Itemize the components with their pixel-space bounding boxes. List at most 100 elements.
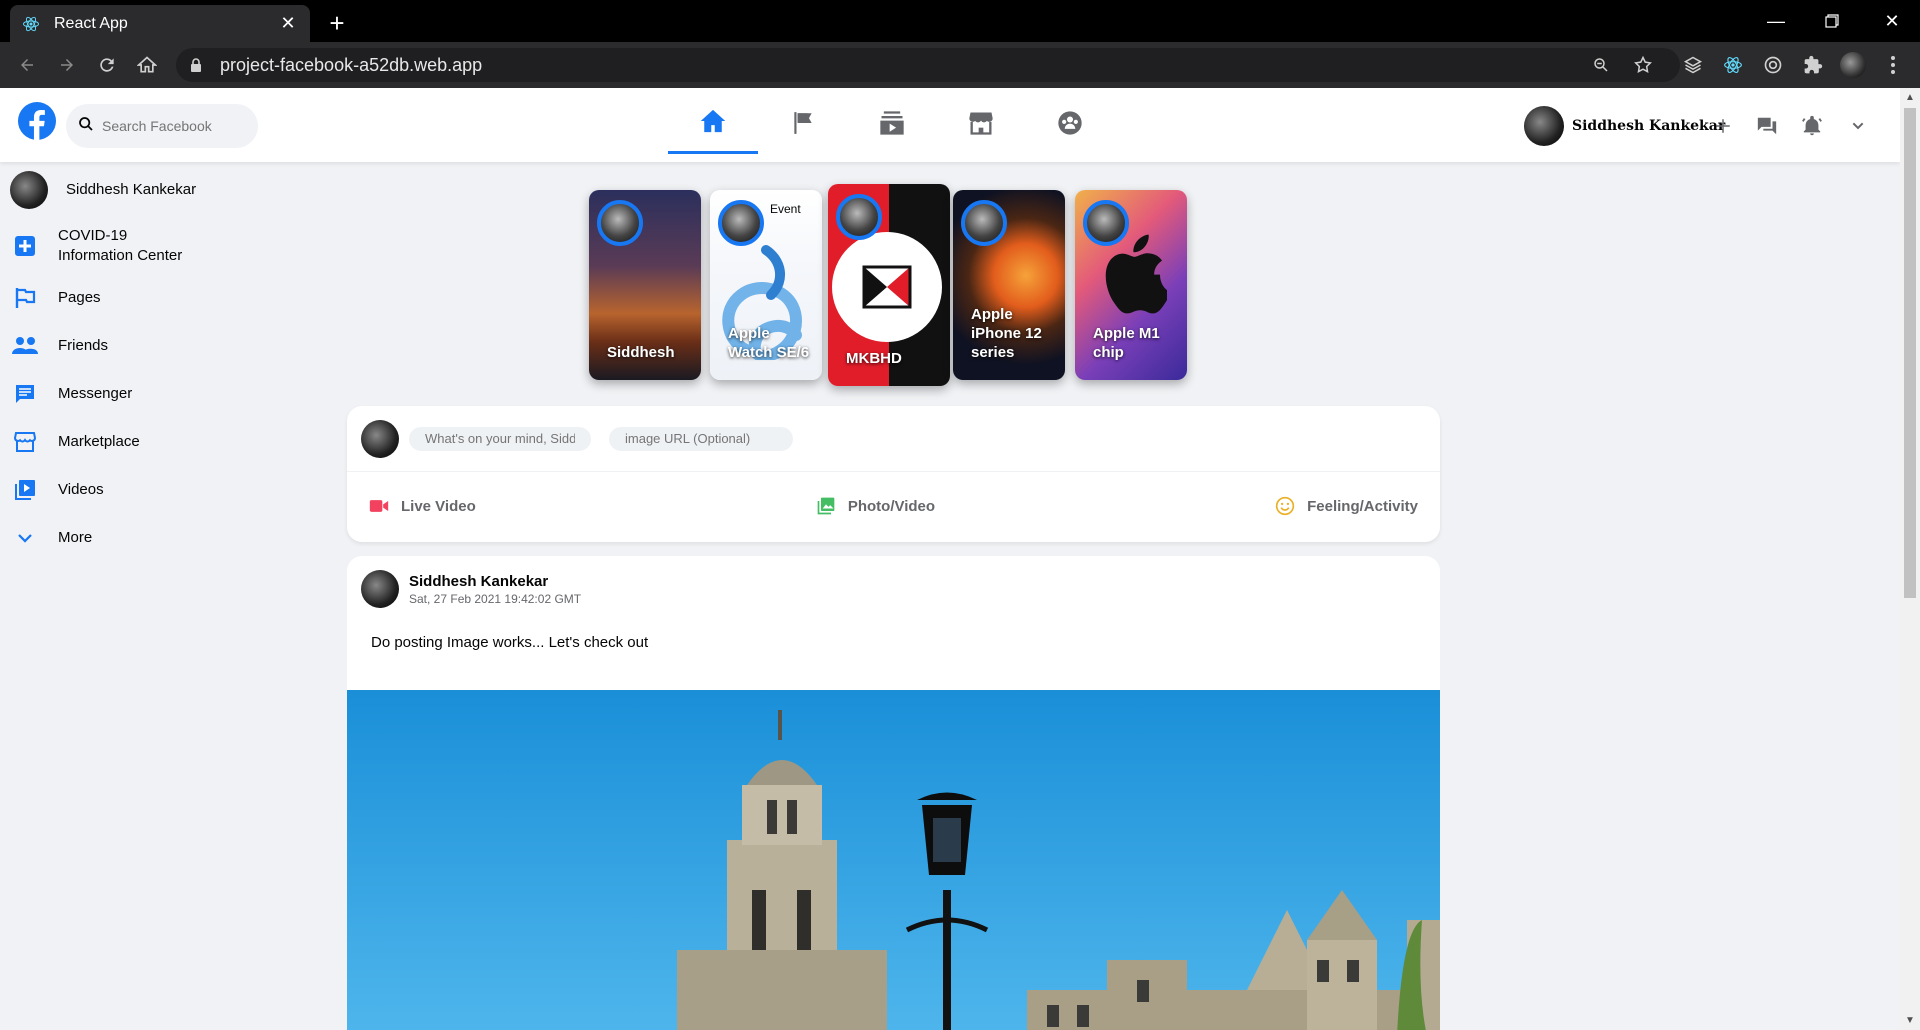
search-input[interactable] [102,118,242,134]
nav-marketplace[interactable] [936,96,1026,154]
zoom-icon[interactable] [1586,50,1616,80]
story-title: MKBHD [846,350,902,367]
sidebar-item-pages[interactable]: Pages [0,274,330,322]
add-icon[interactable] [1711,114,1735,138]
search-icon [78,116,94,137]
image-url-input[interactable] [609,426,793,451]
sidebar-item-covid[interactable]: COVID-19 Information Center [0,218,330,274]
sidebar-item-messenger[interactable]: Messenger [0,370,330,418]
profile-avatar[interactable] [1838,50,1868,80]
store-icon [10,427,40,457]
sidebar-item-profile[interactable]: Siddhesh Kankekar [0,162,330,218]
scrollbar-thumb[interactable] [1904,108,1916,598]
close-tab-icon[interactable]: ✕ [278,13,298,34]
story-title: Apple M1 chip [1093,325,1160,361]
sidebar-item-label: More [58,529,93,546]
facebook-logo-icon[interactable] [18,102,56,140]
search-bar[interactable] [66,104,258,148]
sidebar-item-label: Friends [58,337,109,354]
plus-square-icon [10,231,40,261]
story-card[interactable]: MKBHD [828,184,950,386]
post-composer: Live Video Photo/Video Feeling/Activity [347,406,1440,542]
sidebar-item-marketplace[interactable]: Marketplace [0,418,330,466]
layers-extension-icon[interactable] [1678,50,1708,80]
nav-home[interactable] [668,96,758,154]
live-video-button[interactable]: Live Video [369,498,476,515]
post-message: Do posting Image works... Let's check ou… [371,634,649,651]
sidebar-item-more[interactable]: More [0,514,330,562]
sidebar-item-label: COVID-19 Information Center [58,227,183,264]
sidebar-item-videos[interactable]: Videos [0,466,330,514]
story-title: Siddhesh [607,344,675,361]
address-bar[interactable]: project-facebook-a52db.web.app [176,48,1680,82]
option-label: Feeling/Activity [1307,497,1418,515]
story-card[interactable]: Apple M1 chip [1075,190,1187,380]
groups-icon [1056,109,1084,142]
sidebar-item-label: Messenger [58,385,133,402]
back-icon[interactable] [12,50,42,80]
browser-menu-icon[interactable] [1878,50,1908,80]
story-avatar [597,200,643,246]
flag-icon [790,110,816,141]
react-icon [22,15,40,33]
forward-icon[interactable] [52,50,82,80]
story-avatar [961,200,1007,246]
post-timestamp: Sat, 27 Feb 2021 19:42:02 GMT [409,591,582,606]
facebook-header: Siddhesh Kankekar [0,88,1900,162]
web-page: Siddhesh Kankekar Siddhesh Kankekar COVI… [0,88,1900,1030]
story-card[interactable]: Apple iPhone 12 series [953,190,1065,380]
post-text-input[interactable] [409,426,591,451]
sidebar-item-label: Videos [58,481,104,498]
lock-icon [190,57,206,73]
notifications-active-icon[interactable] [1800,114,1824,138]
minimize-button[interactable]: — [1748,0,1804,42]
videocam-icon [369,498,389,514]
storefront-icon [967,109,995,142]
nav-groups[interactable] [1025,96,1115,154]
header-user[interactable]: Siddhesh Kankekar [1524,106,1725,146]
photo-video-button[interactable]: Photo/Video [816,496,935,516]
browser-tab[interactable]: React App ✕ [10,5,310,42]
photo-library-icon [816,496,836,516]
subscriptions-icon [878,109,906,142]
messenger-forum-icon[interactable] [1755,114,1779,138]
chat-icon [10,379,40,409]
post-image[interactable] [347,690,1440,1030]
page-scrollbar[interactable]: ▲ ▼ [1900,88,1920,1030]
nav-pages[interactable] [758,96,848,154]
avatar [361,419,399,458]
avatar[interactable] [361,570,399,608]
browser-toolbar: project-facebook-a52db.web.app [0,42,1920,88]
people-icon [10,331,40,361]
post-author[interactable]: Siddhesh Kankekar [409,573,581,590]
video-library-icon [10,475,40,505]
option-label: Photo/Video [847,497,936,515]
nav-watch[interactable] [847,96,937,154]
bookmark-star-icon[interactable] [1628,50,1658,80]
new-tab-button[interactable]: + [322,8,352,38]
story-card[interactable]: Event Apple Watch SE/6 [710,190,822,380]
scroll-up-icon[interactable]: ▲ [1905,92,1915,103]
sidebar-item-friends[interactable]: Friends [0,322,330,370]
mkbhd-logo-icon [832,232,942,342]
sidebar-item-label: Pages [58,289,101,306]
target-extension-icon[interactable] [1758,50,1788,80]
restore-button[interactable] [1804,0,1860,42]
expand-more-icon[interactable] [1846,114,1870,138]
left-sidebar: Siddhesh Kankekar COVID-19 Information C… [0,162,330,562]
option-label: Live Video [401,497,476,515]
browser-tab-bar: React App ✕ + — ✕ [0,0,1920,42]
feeling-activity-button[interactable]: Feeling/Activity [1275,496,1418,516]
story-badge: Event [770,202,801,216]
url-text: project-facebook-a52db.web.app [220,54,483,75]
flag-icon [10,283,40,313]
story-card[interactable]: Siddhesh [589,190,701,380]
puzzle-extensions-icon[interactable] [1798,50,1828,80]
scroll-down-icon[interactable]: ▼ [1905,1015,1915,1026]
reload-icon[interactable] [92,50,122,80]
close-window-button[interactable]: ✕ [1864,0,1920,42]
story-title: Apple Watch SE/6 [728,325,810,361]
header-user-name: Siddhesh Kankekar [1572,118,1726,134]
react-devtools-icon[interactable] [1718,50,1748,80]
home-icon[interactable] [132,50,162,80]
